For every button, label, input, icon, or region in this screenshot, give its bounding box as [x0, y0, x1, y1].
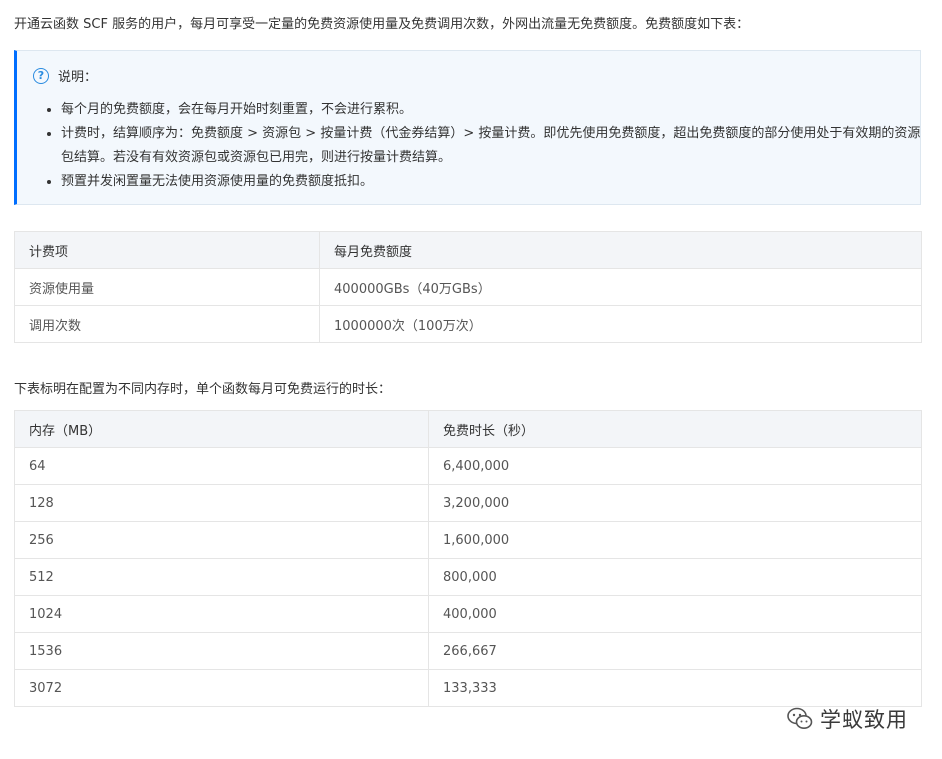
wechat-icon — [787, 707, 813, 729]
table-row: 256 1,600,000 — [14, 521, 922, 559]
note-header: ? 说明： — [33, 66, 97, 85]
memory-table-description: 下表标明在配置为不同内存时，单个函数每月可免费运行的时长： — [14, 382, 392, 397]
table-cell: 400000GBs（40万GBs） — [319, 268, 922, 306]
table-cell: 3,200,000 — [428, 484, 922, 522]
column-header: 内存（MB） — [14, 410, 429, 448]
note-box: ? 说明： 每个月的免费额度，会在每月开始时刻重置，不会进行累积。 计费时，结算… — [14, 50, 921, 205]
note-title: 说明： — [58, 70, 98, 85]
table-cell: 调用次数 — [14, 305, 320, 343]
table-cell: 266,667 — [428, 632, 922, 670]
note-item: 计费时，结算顺序为：免费额度 > 资源包 > 按量计费（代金券结算）> 按量计费… — [61, 122, 931, 170]
column-header: 计费项 — [14, 231, 320, 269]
memory-table: 内存（MB） 免费时长（秒） 64 6,400,000 128 3,200,00… — [14, 410, 922, 707]
table-cell: 1,600,000 — [428, 521, 922, 559]
table-cell: 256 — [14, 521, 429, 559]
watermark-text: 学蚁致用 — [820, 708, 908, 732]
column-header: 免费时长（秒） — [428, 410, 922, 448]
table-row: 1536 266,667 — [14, 632, 922, 670]
table-row: 512 800,000 — [14, 558, 922, 596]
note-list: 每个月的免费额度，会在每月开始时刻重置，不会进行累积。 计费时，结算顺序为：免费… — [43, 98, 931, 194]
table-cell: 400,000 — [428, 595, 922, 633]
help-icon: ? — [33, 67, 49, 84]
table-cell: 1024 — [14, 595, 429, 633]
table-row: 调用次数 1000000次（100万次） — [14, 305, 922, 343]
table-row: 1024 400,000 — [14, 595, 922, 633]
intro-text: 开通云函数 SCF 服务的用户，每月可享受一定量的免费资源使用量及免费调用次数，… — [14, 17, 750, 32]
table-header-row: 计费项 每月免费额度 — [14, 231, 922, 269]
table-row: 资源使用量 400000GBs（40万GBs） — [14, 268, 922, 306]
table-row: 128 3,200,000 — [14, 484, 922, 522]
table-cell: 1536 — [14, 632, 429, 670]
quota-table: 计费项 每月免费额度 资源使用量 400000GBs（40万GBs） 调用次数 … — [14, 231, 922, 343]
table-row: 3072 133,333 — [14, 669, 922, 707]
table-cell: 128 — [14, 484, 429, 522]
note-item: 预置并发闲置量无法使用资源使用量的免费额度抵扣。 — [61, 170, 931, 194]
table-cell: 64 — [14, 447, 429, 485]
note-item: 每个月的免费额度，会在每月开始时刻重置，不会进行累积。 — [61, 98, 931, 122]
table-row: 64 6,400,000 — [14, 447, 922, 485]
table-header-row: 内存（MB） 免费时长（秒） — [14, 410, 922, 448]
watermark: 学蚁致用 — [786, 704, 908, 734]
table-cell: 800,000 — [428, 558, 922, 596]
table-cell: 133,333 — [428, 669, 922, 707]
table-cell: 资源使用量 — [14, 268, 320, 306]
table-cell: 512 — [14, 558, 429, 596]
column-header: 每月免费额度 — [319, 231, 922, 269]
table-cell: 3072 — [14, 669, 429, 707]
table-cell: 6,400,000 — [428, 447, 922, 485]
table-cell: 1000000次（100万次） — [319, 305, 922, 343]
